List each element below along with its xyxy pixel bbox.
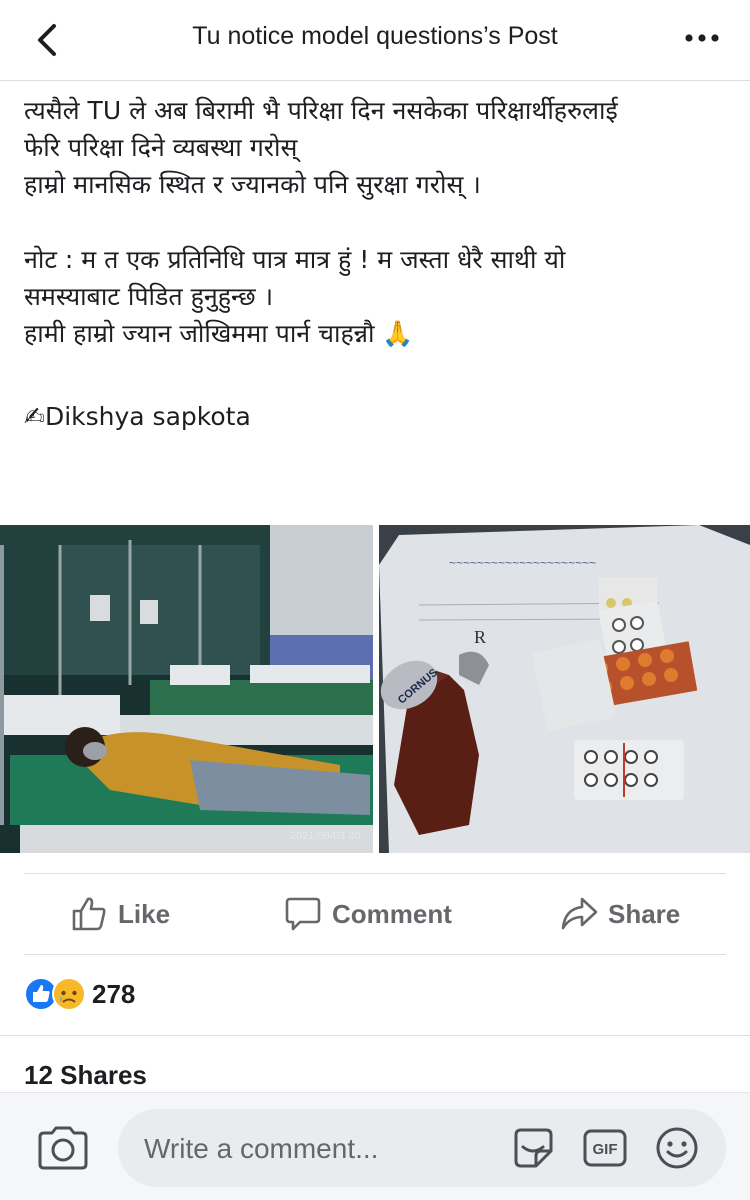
- post-line: समस्याबाट पिडित हुनुहुन्छ ।: [24, 282, 274, 311]
- post-line: हामी हाम्रो ज्यान जोखिममा पार्न चाहन्नौ …: [24, 319, 414, 348]
- shares-count[interactable]: 12 Shares: [24, 1060, 147, 1091]
- like-label: Like: [118, 898, 171, 929]
- comment-composer: GIF: [0, 1092, 750, 1200]
- reaction-count: 278: [92, 978, 136, 1009]
- comment-button[interactable]: Comment: [284, 874, 452, 954]
- share-label: Share: [608, 898, 681, 929]
- share-icon: [561, 897, 598, 930]
- medicine-photo[interactable]: ~~~~~~~~~~~~~~~~~~~~~ R CORNUS: [379, 525, 750, 853]
- comment-input[interactable]: [142, 1109, 506, 1189]
- page-title: Tu notice model questions’s Post: [192, 22, 558, 50]
- gif-label: GIF: [593, 1141, 618, 1158]
- post-line: हाम्रो मानसिक स्थित र ज्यानको पनि सुरक्ष…: [24, 170, 481, 199]
- post-signature: ✍Dikshya sapkota: [24, 402, 251, 431]
- photo-grid: 2021/08/03 20 ~~~~~~~~~~~~~~~~~~~~~ R CO…: [0, 525, 750, 853]
- comment-box: GIF: [118, 1109, 726, 1189]
- gif-icon[interactable]: GIF: [582, 1125, 628, 1171]
- top-bar: Tu notice model questions’s Post: [0, 0, 750, 81]
- post-body: त्यसैले TU ले अब बिरामी भै परिक्षा दिन न…: [24, 92, 736, 435]
- post-line: नोट : म त एक प्रतिनिधि पात्र मात्र हुं !…: [24, 245, 566, 274]
- post-actions: Like Comment Share: [24, 873, 726, 955]
- reactions-summary[interactable]: 278: [24, 974, 135, 1014]
- sticker-icon[interactable]: [510, 1125, 556, 1171]
- sad-reaction-icon: [52, 977, 86, 1011]
- divider: [0, 1035, 750, 1036]
- share-button[interactable]: Share: [560, 874, 680, 954]
- camera-icon[interactable]: [36, 1125, 90, 1171]
- post-line: फेरि परिक्षा दिने व्यबस्था गरोस्: [24, 133, 298, 162]
- comment-label: Comment: [332, 898, 452, 929]
- comment-icon: [285, 897, 321, 931]
- like-button[interactable]: Like: [70, 874, 170, 954]
- post-line: त्यसैले TU ले अब बिरामी भै परिक्षा दिन न…: [24, 96, 618, 125]
- prescription-header: ~~~~~~~~~~~~~~~~~~~~~: [449, 556, 596, 570]
- hospital-photo[interactable]: 2021/08/03 20: [0, 525, 373, 853]
- emoji-icon[interactable]: [654, 1125, 700, 1171]
- thumbs-up-icon: [72, 897, 106, 931]
- more-horizontal-icon[interactable]: [684, 28, 720, 48]
- prescription-rx: R: [474, 627, 486, 647]
- photo-timestamp: 2021/08/03 20: [290, 830, 360, 842]
